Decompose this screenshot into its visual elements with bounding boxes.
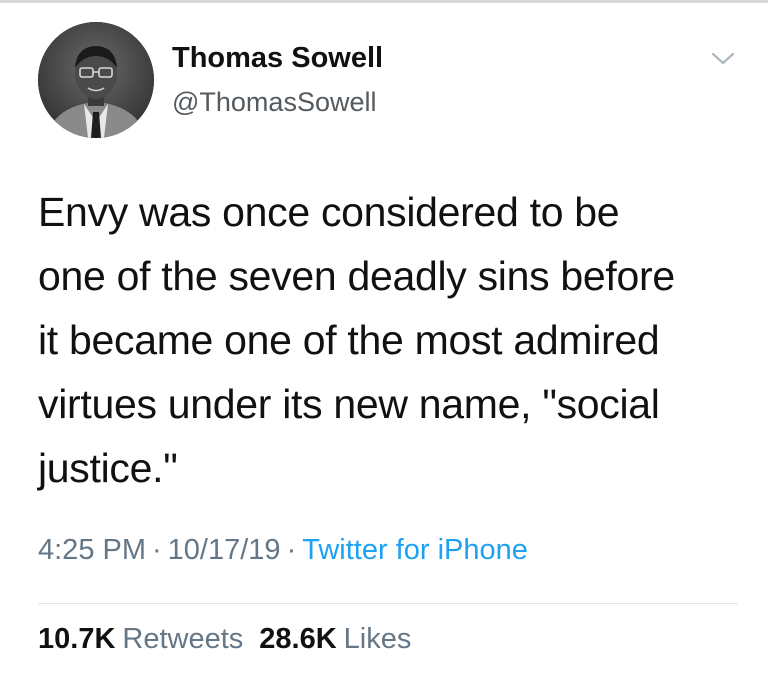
top-border [0, 0, 768, 3]
retweets-stat[interactable]: 10.7K Retweets [38, 623, 243, 655]
avatar[interactable] [38, 22, 154, 138]
tweet-date[interactable]: 10/17/19 [168, 534, 281, 566]
display-name[interactable]: Thomas Sowell [172, 42, 383, 75]
divider [38, 603, 738, 604]
tweet-meta: 4:25 PM · 10/17/19 · Twitter for iPhone [38, 534, 528, 567]
tweet-text: Envy was once considered to be one of th… [38, 189, 675, 491]
likes-count: 28.6K [259, 623, 337, 655]
tweet-source-link[interactable]: Twitter for iPhone [302, 534, 528, 566]
tweet-stats: 10.7K Retweets 28.6K Likes [38, 623, 411, 656]
chevron-down-icon[interactable] [703, 44, 743, 74]
meta-separator: · [152, 534, 162, 566]
likes-stat[interactable]: 28.6K Likes [259, 623, 411, 655]
avatar-photo-icon [38, 22, 154, 138]
tweet-card: Thomas Sowell @ThomasSowell Envy was onc… [0, 0, 768, 675]
retweets-count: 10.7K [38, 623, 116, 655]
likes-label: Likes [343, 623, 412, 655]
retweets-label: Retweets [122, 623, 244, 655]
meta-separator: · [286, 534, 297, 566]
user-handle[interactable]: @ThomasSowell [172, 87, 376, 118]
tweet-time[interactable]: 4:25 PM [38, 534, 146, 566]
